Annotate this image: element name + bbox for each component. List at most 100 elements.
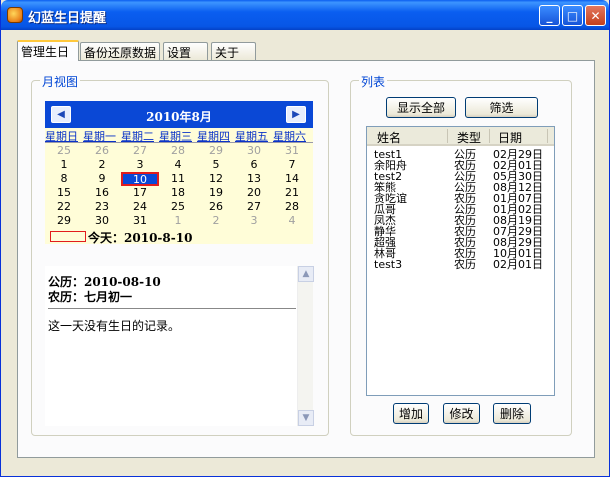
info-divider [48, 308, 296, 309]
calendar: 2010年8月 ◀ ▶ 星期日 星期一 星期二 星期三 星期四 星期五 星期六 … [45, 101, 313, 244]
calendar-day[interactable]: 19 [197, 186, 235, 200]
today-label: 今天： [88, 231, 125, 245]
scroll-down-icon[interactable]: ▼ [298, 410, 314, 426]
tab-settings[interactable]: 设置 [163, 42, 208, 60]
weekday-label: 星期三 [159, 130, 192, 142]
lunar-label: 农历： [48, 290, 85, 304]
lunar-value: 七月初一 [84, 290, 133, 304]
tab-backup-restore[interactable]: 备份还原数据 [80, 42, 160, 60]
calendar-day[interactable]: 21 [273, 186, 311, 200]
calendar-day[interactable]: 20 [235, 186, 273, 200]
today-marker [50, 231, 86, 242]
calendar-day[interactable]: 29 [45, 214, 83, 228]
calendar-day-other-month[interactable]: 26 [83, 144, 121, 158]
weekday-header: 星期日 星期一 星期二 星期三 星期四 星期五 星期六 [45, 128, 313, 143]
today-value: 2010-8-10 [124, 231, 193, 245]
column-name[interactable]: 姓名 [377, 129, 401, 146]
calendar-day[interactable]: 13 [235, 172, 273, 186]
minimize-button[interactable]: _ [539, 5, 560, 26]
month-view-title: 月视图 [40, 73, 81, 90]
close-button[interactable]: ✕ [585, 5, 606, 26]
weekday-label: 星期四 [197, 130, 230, 142]
calendar-day[interactable]: 12 [197, 172, 235, 186]
today-indicator[interactable]: 今天：2010-8-10 [88, 229, 192, 246]
filter-button[interactable]: 筛选 [465, 97, 538, 118]
info-scrollbar[interactable]: ▲ ▼ [297, 266, 314, 426]
column-type[interactable]: 类型 [457, 129, 481, 146]
calendar-day-other-month[interactable]: 29 [197, 144, 235, 158]
calendar-month-title: 2010年8月 [146, 110, 212, 124]
calendar-day[interactable]: 3 [121, 158, 159, 172]
app-icon [7, 7, 23, 23]
calendar-day-other-month[interactable]: 28 [159, 144, 197, 158]
calendar-day-selected[interactable]: 10 [121, 172, 159, 186]
delete-button[interactable]: 删除 [493, 403, 531, 424]
calendar-day[interactable]: 8 [45, 172, 83, 186]
calendar-day-other-month[interactable]: 27 [121, 144, 159, 158]
calendar-day[interactable]: 27 [235, 200, 273, 214]
row-name: test3 [374, 258, 403, 271]
app-window: 幻蓝生日提醒 _ □ ✕ 管理生日 备份还原数据 设置 关于 月视图 2010年… [0, 0, 610, 477]
list-header: 姓名 类型 日期 [367, 127, 554, 146]
column-date[interactable]: 日期 [498, 129, 522, 146]
calendar-day[interactable]: 24 [121, 200, 159, 214]
next-month-icon[interactable]: ▶ [286, 106, 306, 123]
calendar-day[interactable]: 14 [273, 172, 311, 186]
calendar-day[interactable]: 9 [83, 172, 121, 186]
row-type: 农历 [454, 258, 476, 271]
calendar-day[interactable]: 6 [235, 158, 273, 172]
calendar-day[interactable]: 5 [197, 158, 235, 172]
list-title: 列表 [359, 73, 388, 90]
calendar-day-other-month[interactable]: 30 [235, 144, 273, 158]
tab-about[interactable]: 关于 [211, 42, 256, 60]
calendar-day-other-month[interactable]: 2 [197, 214, 235, 228]
lunar-date-line: 农历：七月初一 [48, 288, 132, 305]
calendar-day[interactable]: 22 [45, 200, 83, 214]
weekday-label: 星期五 [235, 130, 268, 142]
add-button[interactable]: 增加 [393, 403, 429, 424]
weekday-label: 星期二 [121, 130, 154, 142]
calendar-day-other-month[interactable]: 25 [45, 144, 83, 158]
calendar-day[interactable]: 1 [45, 158, 83, 172]
weekday-label: 星期一 [83, 130, 116, 142]
row-date: 02月01日 [493, 258, 543, 271]
calendar-day-other-month[interactable]: 1 [159, 214, 197, 228]
calendar-day[interactable]: 31 [121, 214, 159, 228]
scroll-up-icon[interactable]: ▲ [298, 266, 314, 282]
list-row[interactable]: test3 农历 02月01日 [367, 259, 554, 270]
calendar-day[interactable]: 26 [197, 200, 235, 214]
calendar-day[interactable]: 17 [121, 186, 159, 200]
solar-label: 公历： [48, 275, 85, 289]
birthday-list[interactable]: 姓名 类型 日期 test1 公历 02月29日 余阳舟 农历 02月01日 test2 公历… [366, 126, 555, 396]
solar-value: 2010-08-10 [84, 275, 161, 289]
column-divider[interactable] [447, 129, 448, 143]
weekday-label: 星期六 [273, 130, 306, 142]
calendar-day[interactable]: 7 [273, 158, 311, 172]
calendar-day[interactable]: 23 [83, 200, 121, 214]
calendar-day[interactable]: 30 [83, 214, 121, 228]
calendar-day[interactable]: 16 [83, 186, 121, 200]
calendar-day-other-month[interactable]: 4 [273, 214, 311, 228]
day-info-panel: 公历：2010-08-10 农历：七月初一 这一天没有生日的记录。 ▲ ▼ [45, 266, 314, 426]
no-birthday-message: 这一天没有生日的记录。 [48, 319, 181, 333]
weekday-label: 星期日 [45, 130, 78, 142]
calendar-day[interactable]: 28 [273, 200, 311, 214]
edit-button[interactable]: 修改 [443, 403, 480, 424]
column-divider[interactable] [489, 129, 490, 143]
tab-manage-birthdays[interactable]: 管理生日 [17, 40, 79, 61]
calendar-day[interactable]: 15 [45, 186, 83, 200]
calendar-day-other-month[interactable]: 31 [273, 144, 311, 158]
maximize-button[interactable]: □ [562, 5, 583, 26]
calendar-day[interactable]: 25 [159, 200, 197, 214]
calendar-day-other-month[interactable]: 3 [235, 214, 273, 228]
show-all-button[interactable]: 显示全部 [386, 97, 456, 118]
calendar-day[interactable]: 18 [159, 186, 197, 200]
calendar-day[interactable]: 2 [83, 158, 121, 172]
column-divider[interactable] [547, 129, 548, 143]
calendar-header: 2010年8月 ◀ ▶ [45, 101, 313, 128]
window-title: 幻蓝生日提醒 [28, 11, 107, 26]
title-bar[interactable]: 幻蓝生日提醒 _ □ ✕ [1, 0, 609, 30]
calendar-day[interactable]: 4 [159, 158, 197, 172]
calendar-day[interactable]: 11 [159, 172, 197, 186]
prev-month-icon[interactable]: ◀ [51, 106, 71, 123]
